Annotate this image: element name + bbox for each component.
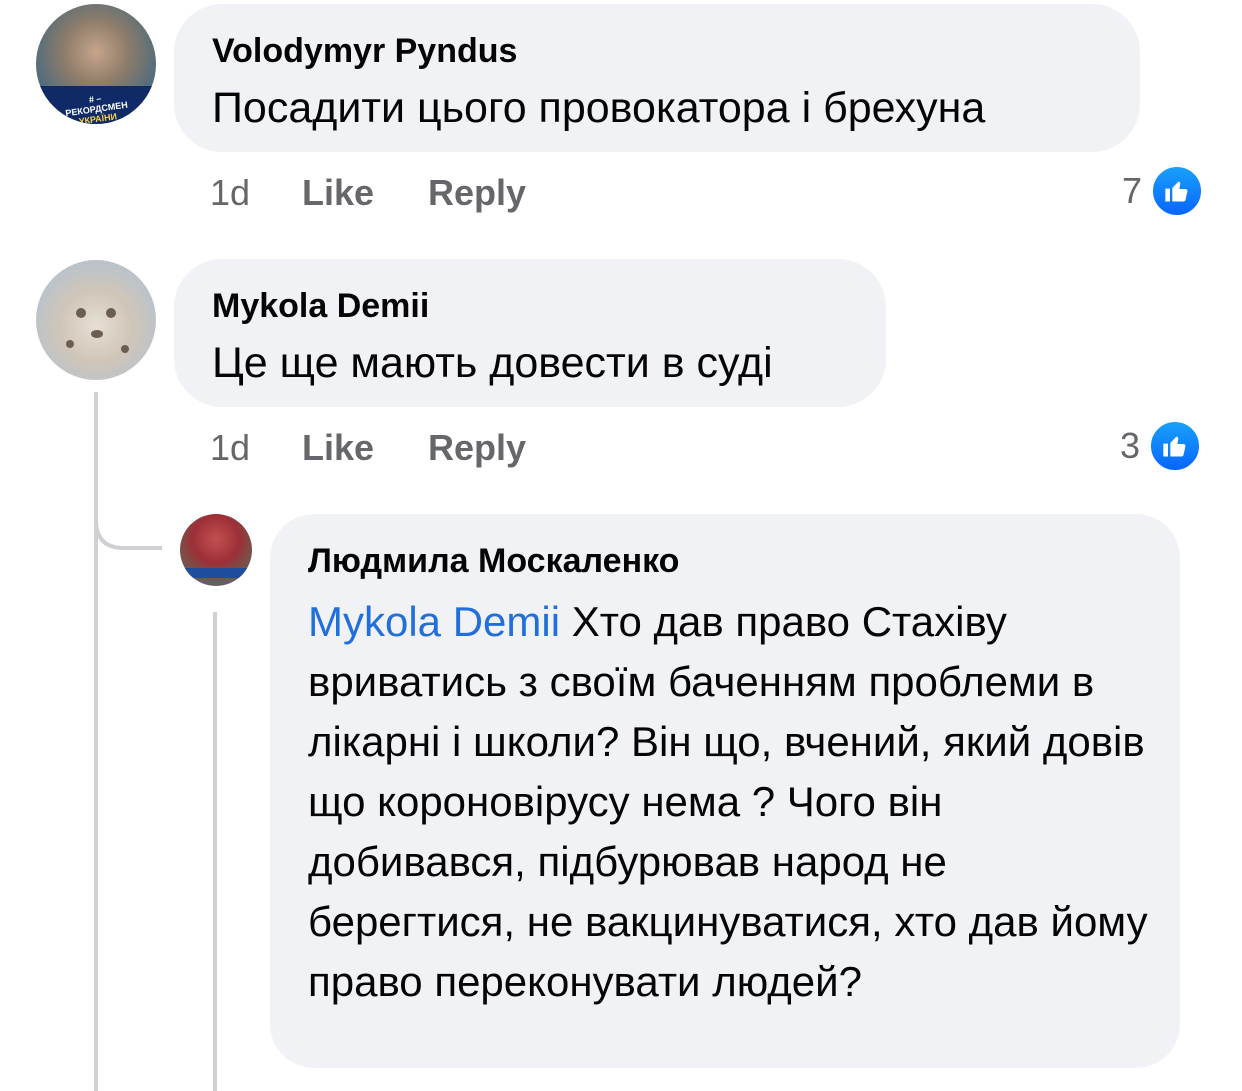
reply-author[interactable]: Людмила Москаленко [308, 542, 679, 581]
avatar-volodymyr-pyndus[interactable]: # – РЕКОРДСМЕН УКРАЇНИ [36, 4, 156, 124]
avatar-strip [180, 568, 252, 578]
reaction-summary[interactable]: 3 [1120, 419, 1203, 473]
reaction-summary[interactable]: 7 [1122, 164, 1205, 218]
comment-author[interactable]: Mykola Demii [212, 287, 429, 326]
thumbs-up-icon [1148, 419, 1203, 473]
comment-bubble: Mykola Demii Це ще мають довести в суді [174, 259, 886, 407]
comment-text: Посадити цього провокатора і брехуна [212, 84, 986, 132]
reply-text: Mykola Demii Хто дав право Стахіву врива… [308, 592, 1158, 1012]
like-button[interactable]: Like [302, 427, 374, 469]
comment-time[interactable]: 1d [210, 427, 250, 469]
reply-button[interactable]: Reply [428, 172, 526, 214]
reply-bubble: Людмила Москаленко Mykola Demii Хто дав … [270, 514, 1180, 1068]
thread-connector [94, 480, 162, 550]
comment-author[interactable]: Volodymyr Pyndus [212, 32, 517, 71]
comment-text: Це ще мають довести в суді [212, 339, 773, 387]
avatar-liudmyla-moskalenko[interactable] [180, 514, 252, 586]
reply-thread-line [213, 612, 217, 1091]
reaction-count: 7 [1122, 170, 1143, 211]
comment-time[interactable]: 1d [210, 172, 250, 214]
mention-link[interactable]: Mykola Demii [308, 598, 560, 645]
comment-bubble: Volodymyr Pyndus Посадити цього провокат… [174, 4, 1140, 152]
thumbs-up-icon [1150, 164, 1205, 218]
reply-button[interactable]: Reply [428, 427, 526, 469]
reply-body: Хто дав право Стахіву вриватись з своїм … [308, 598, 1148, 1005]
reaction-count: 3 [1120, 425, 1141, 466]
avatar-mykola-demii[interactable] [36, 260, 156, 380]
like-button[interactable]: Like [302, 172, 374, 214]
